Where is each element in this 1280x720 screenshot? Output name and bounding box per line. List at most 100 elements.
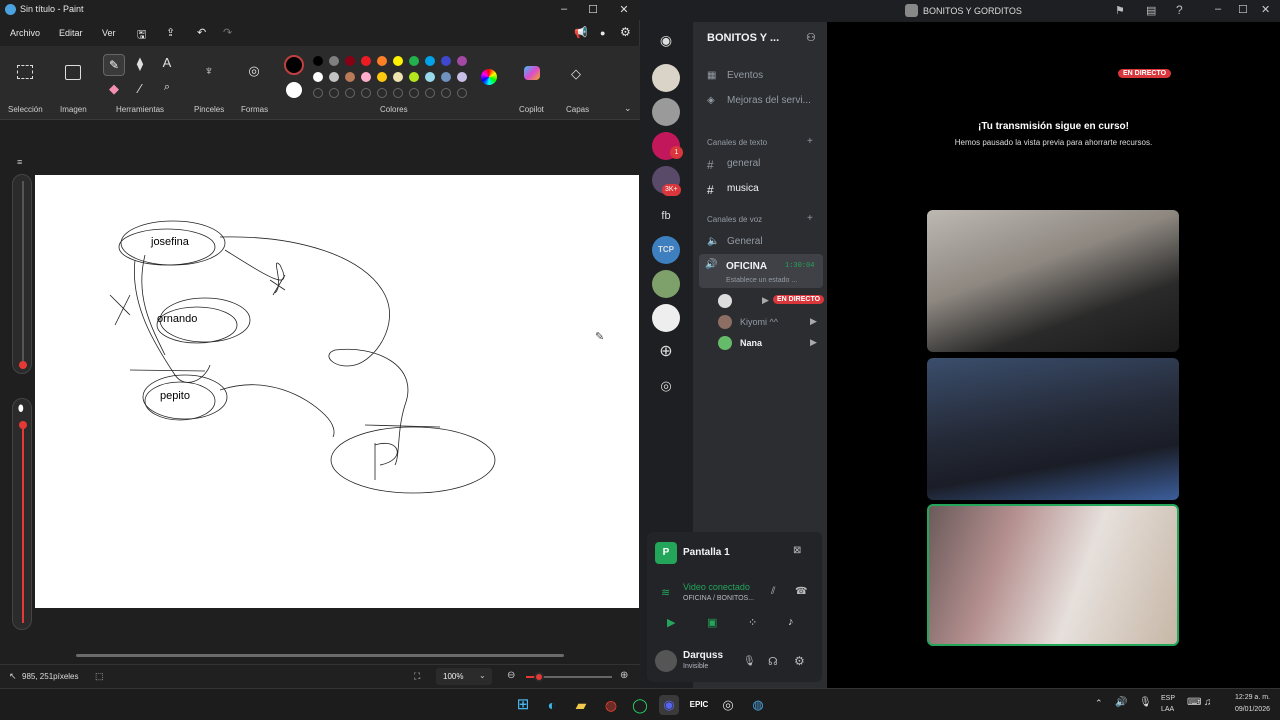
add-text-channel-icon[interactable]: + (807, 136, 813, 147)
color-swatch[interactable] (409, 72, 419, 82)
save-icon[interactable]: 🖫 (137, 26, 146, 45)
opacity-slider-thumb[interactable] (19, 421, 27, 429)
zoom-slider[interactable] (526, 672, 612, 682)
user-name[interactable]: Darquss (683, 650, 723, 661)
pencil-tool-button[interactable]: ✎ (103, 54, 125, 76)
custom-color-slot[interactable] (393, 88, 403, 98)
invite-people-icon[interactable]: ⚇ (806, 31, 816, 44)
server-icon-llama[interactable] (652, 64, 680, 92)
eraser-icon[interactable]: ◆ (105, 81, 123, 97)
user-settings-icon[interactable]: ⚙ (794, 654, 805, 668)
color-swatch[interactable] (329, 72, 339, 82)
custom-color-slot[interactable] (313, 88, 323, 98)
color-swatch[interactable] (329, 56, 339, 66)
inbox-flag-icon[interactable]: ⚑ (1115, 4, 1125, 17)
color-swatch[interactable] (345, 56, 355, 66)
custom-color-slot[interactable] (345, 88, 355, 98)
secondary-color-swatch[interactable] (286, 82, 302, 98)
avatar[interactable] (718, 294, 732, 308)
redo-icon[interactable]: ↷ (223, 26, 232, 39)
inbox-icon[interactable]: ▤ (1146, 4, 1156, 17)
discord-taskbar-icon[interactable]: ◉ (659, 695, 679, 715)
custom-color-slot[interactable] (329, 88, 339, 98)
color-swatch[interactable] (313, 56, 323, 66)
avatar[interactable] (655, 650, 677, 672)
file-explorer-icon[interactable]: ▰ (571, 695, 591, 715)
menu-ver[interactable]: Ver (102, 28, 116, 38)
color-swatch[interactable] (393, 56, 403, 66)
ribbon-collapse-icon[interactable]: ⌄ (624, 103, 632, 114)
edge-icon[interactable]: ◐ (542, 695, 562, 715)
copilot-icon[interactable] (524, 66, 540, 80)
member-kiyomi[interactable]: Kiyomi ^^ (740, 317, 778, 327)
epic-games-icon[interactable]: EPIC (689, 695, 709, 715)
color-swatch[interactable] (441, 56, 451, 66)
opacity-slider-track[interactable]: ⬮ (12, 398, 32, 630)
custom-color-slot[interactable] (457, 88, 467, 98)
events-link[interactable]: Eventos (727, 70, 763, 81)
undo-icon[interactable]: ↶ (197, 26, 206, 39)
drawing-canvas[interactable]: josefina ornando pepito ✎ (35, 175, 639, 608)
zoom-out-icon[interactable]: ⊖ (507, 670, 515, 681)
voice-channel-general[interactable]: General (727, 236, 763, 247)
account-icon[interactable]: ● (600, 28, 605, 38)
server-icon-3[interactable]: 1 (652, 132, 683, 160)
color-swatch[interactable] (457, 56, 467, 66)
noise-suppression-icon[interactable]: ⫽ (771, 586, 775, 597)
server-boosts-link[interactable]: Mejoras del servi... (727, 95, 811, 106)
headphones-icon[interactable]: ☊ (768, 655, 778, 668)
zoom-slider-thumb[interactable] (534, 672, 544, 682)
color-swatch[interactable] (409, 56, 419, 66)
custom-color-slot[interactable] (441, 88, 451, 98)
video-location[interactable]: OFICINA / BONITOS... (683, 595, 754, 602)
brush-size-slider[interactable]: ≡ ⬮ (12, 150, 32, 630)
custom-color-slot[interactable] (425, 88, 435, 98)
announce-icon[interactable]: 📢 (574, 26, 588, 39)
avatar[interactable] (718, 315, 732, 329)
fit-to-window-icon[interactable]: ⛶ (414, 671, 420, 682)
channel-musica[interactable]: musica (727, 183, 759, 194)
clock-time[interactable]: 12:29 a. m. (1222, 694, 1270, 701)
share-icon[interactable]: ⇪ (166, 26, 175, 39)
custom-color-slot[interactable] (409, 88, 419, 98)
close-icon[interactable]: ✕ (1261, 3, 1270, 16)
settings-gear-icon[interactable]: ⚙ (620, 25, 631, 39)
network-icon[interactable]: ⌨ (1187, 697, 1201, 708)
microphone-icon[interactable]: 🎙 (743, 656, 756, 667)
horizontal-scrollbar[interactable] (6, 653, 634, 659)
server-icon-sticker[interactable] (652, 304, 680, 332)
language-code[interactable]: ESP (1161, 695, 1175, 702)
screen-share-toggle-icon[interactable]: ▣ (707, 616, 717, 629)
server-icon-2[interactable] (652, 98, 680, 126)
color-swatch[interactable] (345, 72, 355, 82)
discord-home-icon[interactable]: ◉ (652, 26, 680, 54)
size-slider-thumb[interactable] (19, 361, 27, 369)
video-tile-speaking[interactable] (927, 504, 1179, 646)
zoom-select[interactable]: 100% ⌄ (436, 668, 492, 685)
color-swatch[interactable] (313, 72, 323, 82)
magnifier-icon[interactable]: ⌕ (158, 81, 176, 94)
start-menu-icon[interactable]: ⊞ (513, 695, 533, 715)
member-nana[interactable]: Nana (740, 338, 762, 348)
color-swatch[interactable] (393, 72, 403, 82)
text-channels-header[interactable]: Canales de texto (707, 138, 767, 147)
help-icon[interactable]: ? (1176, 3, 1183, 17)
voice-channels-header[interactable]: Canales de voz (707, 215, 762, 224)
obs-icon[interactable]: ◎ (718, 695, 738, 715)
custom-color-slot[interactable] (377, 88, 387, 98)
text-tool-icon[interactable]: A (158, 55, 176, 70)
horizontal-scrollbar-thumb[interactable] (76, 654, 564, 657)
disconnect-icon[interactable]: ☎ (795, 586, 807, 597)
avatar[interactable] (718, 336, 732, 350)
minimize-icon[interactable]: – (1215, 3, 1221, 15)
camera-toggle-icon[interactable]: ▶ (667, 616, 675, 629)
speaker-tray-icon[interactable]: 🔊 (1115, 697, 1127, 708)
mic-tray-icon[interactable]: 🎙 (1139, 697, 1152, 708)
maximize-icon[interactable]: ☐ (583, 3, 603, 16)
color-swatch[interactable] (361, 56, 371, 66)
discover-icon[interactable]: ◎ (652, 372, 680, 400)
size-slider-track[interactable] (12, 174, 32, 374)
video-tile[interactable] (927, 358, 1179, 500)
color-swatch[interactable] (441, 72, 451, 82)
menu-editar[interactable]: Editar (59, 28, 83, 38)
